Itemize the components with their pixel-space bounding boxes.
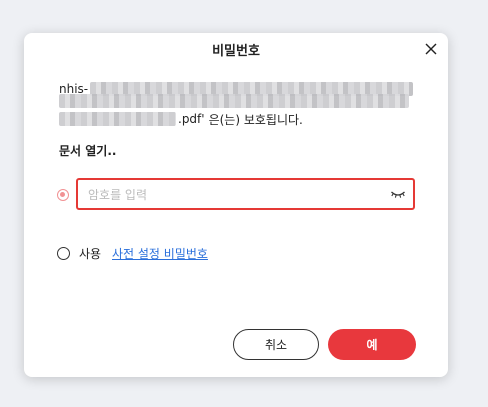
ok-button[interactable]: 예	[328, 329, 416, 360]
open-document-label: 문서 열기..	[59, 144, 117, 158]
file-name-suffix: .pdf'	[178, 112, 205, 126]
file-name-line-2: .pdf' 은(는) 보호됩니다.	[59, 110, 303, 128]
password-field[interactable]	[76, 178, 415, 210]
password-dialog: 비밀번호 nhis- .pdf' 은(는) 보호됩니다. 문서 열기.. 사용 …	[24, 33, 448, 377]
password-radio[interactable]	[57, 189, 69, 201]
preset-password-radio[interactable]	[57, 247, 70, 260]
cancel-button[interactable]: 취소	[233, 329, 319, 360]
protected-text: 은(는) 보호됩니다.	[208, 112, 303, 127]
redacted-filename	[59, 94, 409, 108]
password-input[interactable]	[86, 180, 380, 210]
redacted-filename	[59, 112, 176, 126]
preset-password-link[interactable]: 사전 설정 비밀번호	[112, 245, 208, 262]
use-label: 사용	[79, 247, 102, 261]
eye-closed-icon[interactable]	[390, 188, 406, 200]
close-icon[interactable]	[424, 42, 438, 56]
dialog-title: 비밀번호	[212, 44, 260, 59]
